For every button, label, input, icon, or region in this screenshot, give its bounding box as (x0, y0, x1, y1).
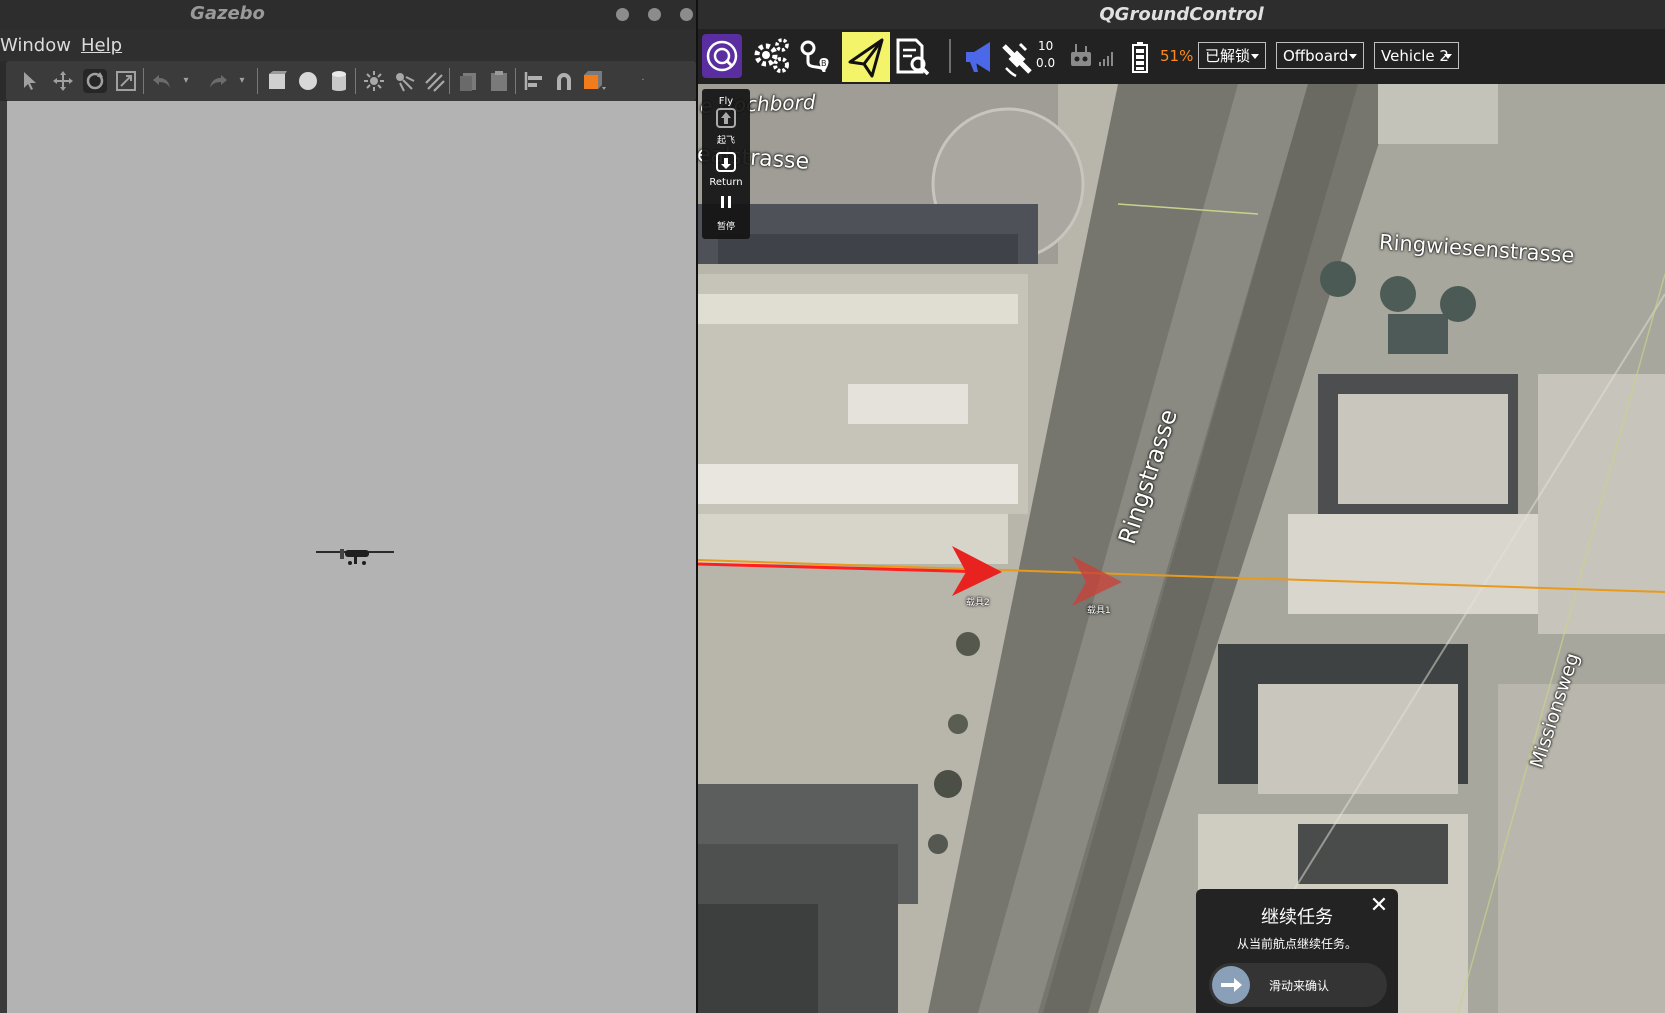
takeoff-arrow-icon[interactable] (716, 107, 736, 129)
menu-help[interactable]: Help (81, 35, 122, 56)
flight-mode-label: Offboard (1283, 47, 1349, 65)
vehicle-2-arrow-icon[interactable] (948, 544, 1004, 598)
fly-tool-strip: Fly 起飞 Return 暂停 (702, 89, 750, 239)
rc-rssi-signal-icon (1097, 32, 1117, 82)
chevron-down-icon (1444, 54, 1452, 59)
select-mode-icon[interactable] (20, 69, 44, 93)
takeoff-label: 起飞 (716, 136, 735, 146)
undo-history-dropdown-icon[interactable]: ▾ (174, 69, 198, 93)
gps-satellite-count: 10 (1038, 39, 1054, 53)
gazebo-toolbar: ▾ ▾ · (6, 61, 696, 101)
vehicle-setup-gear-icon[interactable] (748, 32, 796, 82)
point-light-icon[interactable] (362, 69, 386, 93)
undo-icon[interactable] (150, 69, 174, 93)
slide-to-confirm[interactable]: 滑动来确认 (1209, 963, 1387, 1007)
gazebo-window-title: Gazebo (190, 3, 265, 24)
resume-mission-description: 从当前航点继续任务。 (1236, 937, 1357, 951)
close-icon[interactable]: ✕ (1368, 895, 1390, 917)
satellite-map[interactable]: 载具2 载具1 e Hochbord ealstrasse Ringwiesen… (698, 84, 1665, 1013)
maximize-icon[interactable] (648, 8, 661, 21)
paste-icon[interactable] (487, 69, 511, 93)
aircraft-model-icon (316, 549, 394, 565)
minimize-icon[interactable] (616, 8, 629, 21)
redo-history-dropdown-icon[interactable]: ▾ (230, 69, 254, 93)
menu-window[interactable]: Window (0, 35, 71, 56)
return-arrow-icon[interactable] (716, 151, 736, 173)
toolbar-overflow-icon[interactable]: · (631, 69, 655, 93)
pause-icon[interactable] (720, 195, 732, 209)
slide-to-confirm-label: 滑动来确认 (1269, 979, 1330, 993)
slider-knob[interactable] (1212, 966, 1250, 1004)
close-icon[interactable] (680, 8, 693, 21)
chevron-down-icon (1349, 54, 1357, 59)
rotate-mode-icon[interactable] (83, 69, 107, 93)
return-label[interactable]: Return (702, 177, 750, 188)
battery-icon[interactable] (1130, 32, 1150, 82)
arm-status-dropdown[interactable]: 已解锁 (1198, 42, 1266, 69)
vehicle-selector-label: Vehicle 2 (1381, 47, 1449, 65)
cylinder-shape-icon[interactable] (327, 69, 351, 93)
analyze-document-icon[interactable] (890, 32, 938, 82)
fly-view-paper-plane-icon[interactable] (842, 32, 890, 82)
rc-transmitter-icon[interactable] (1066, 32, 1096, 82)
map-imagery (698, 84, 1665, 1013)
vehicle-1-arrow-icon[interactable] (1068, 554, 1124, 608)
arm-status-label: 已解锁 (1205, 47, 1251, 65)
vehicle-2-map-label: 载具2 (966, 598, 990, 608)
flight-mode-dropdown[interactable]: Offboard (1276, 42, 1364, 69)
gazebo-3d-viewport[interactable] (7, 101, 696, 1013)
battery-percent: 51% (1160, 47, 1194, 65)
view-angle-icon[interactable] (582, 69, 606, 93)
qgc-toolbar: B 10 0.0 51% 已解锁 Offboard Vehicle 2 (698, 29, 1665, 84)
qgc-window: QGroundControl B 10 0.0 51% 已解锁 Offboard… (698, 0, 1665, 1013)
svg-text:B: B (821, 59, 827, 68)
fly-tool-strip-title: Fly (718, 96, 734, 107)
qgc-logo-button[interactable] (702, 34, 742, 78)
gazebo-left-panel-handle[interactable] (0, 101, 7, 1013)
plan-view-waypoint-icon[interactable]: B (794, 32, 842, 82)
box-shape-icon[interactable] (265, 69, 289, 93)
spot-light-icon[interactable] (392, 69, 416, 93)
directional-light-icon[interactable] (422, 69, 446, 93)
arrow-right-icon (1221, 978, 1242, 992)
sphere-shape-icon[interactable] (296, 69, 320, 93)
gazebo-titlebar: Gazebo (0, 0, 697, 29)
align-icon[interactable] (522, 69, 546, 93)
pause-label: 暂停 (716, 222, 735, 232)
vehicle-selector-dropdown[interactable]: Vehicle 2 (1374, 42, 1459, 69)
vehicle-1-map-label: 载具1 (1087, 606, 1111, 616)
translate-mode-icon[interactable] (51, 69, 75, 93)
gazebo-window: Gazebo Window Help ▾ ▾ · (0, 0, 697, 1013)
redo-icon[interactable] (206, 69, 230, 93)
copy-icon[interactable] (457, 69, 481, 93)
chevron-down-icon (1251, 54, 1259, 59)
snap-magnet-icon[interactable] (552, 69, 576, 93)
gazebo-menubar: Window Help (0, 29, 697, 61)
scale-mode-icon[interactable] (114, 69, 138, 93)
gps-hdop-value: 0.0 (1036, 56, 1056, 70)
resume-mission-dialog: 继续任务 ✕ 从当前航点继续任务。 滑动来确认 (1196, 889, 1398, 1013)
qgc-window-title: QGroundControl (698, 0, 1665, 29)
